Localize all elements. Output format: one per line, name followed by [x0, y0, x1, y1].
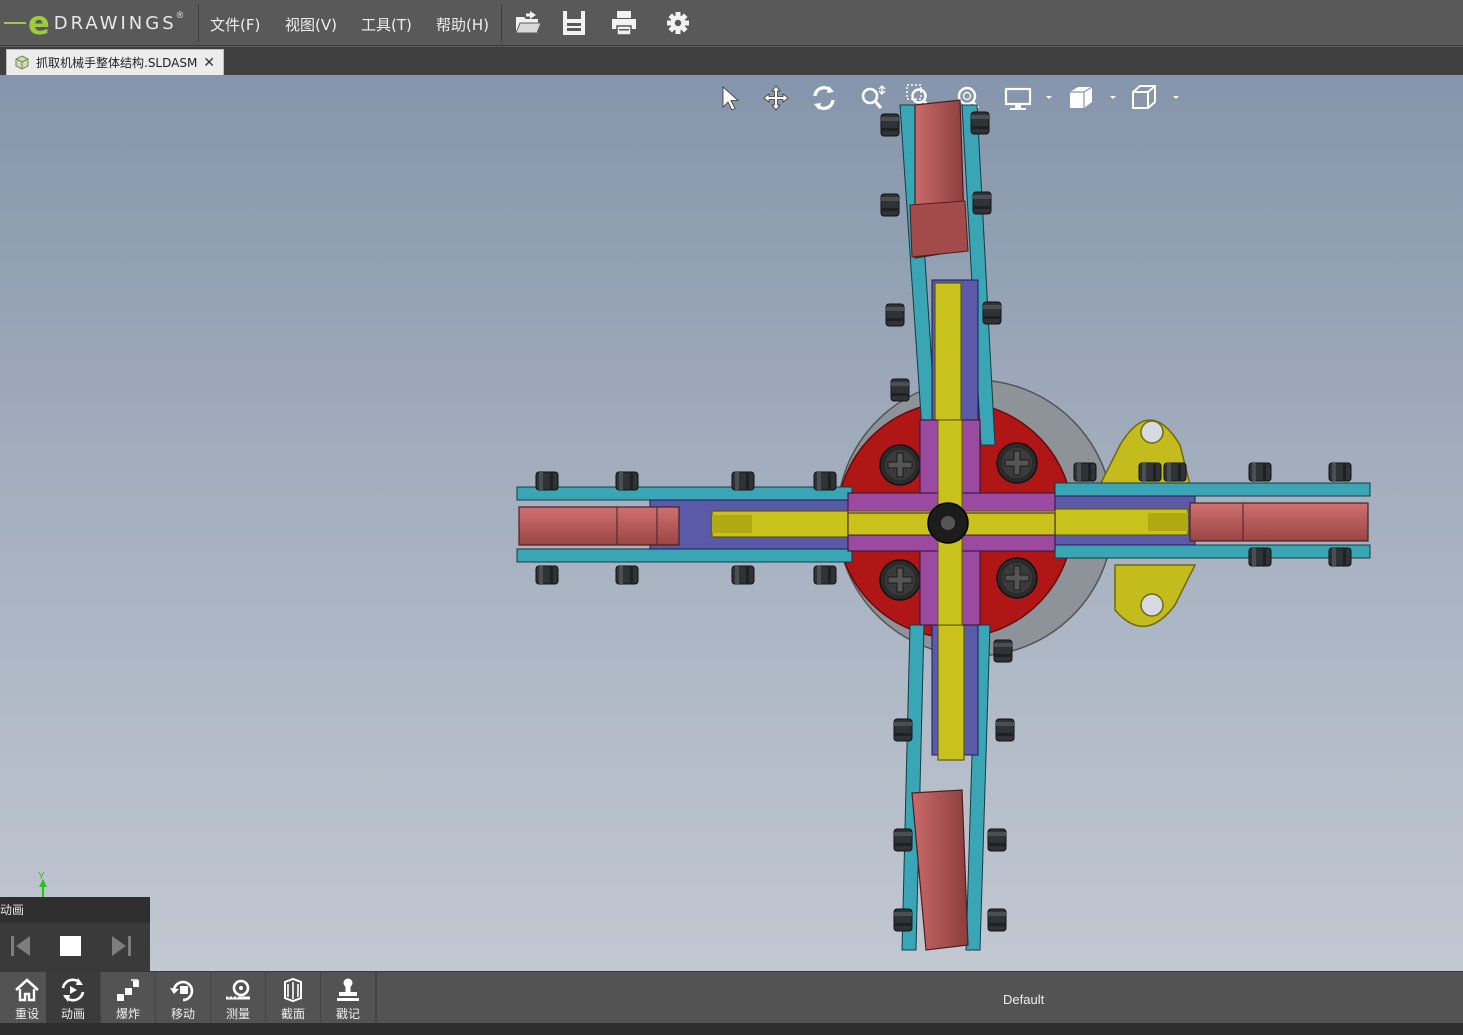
- stamp-button[interactable]: 戳记: [321, 972, 376, 1024]
- menu-view[interactable]: 视图(V): [285, 14, 337, 35]
- open-icon[interactable]: [513, 8, 543, 38]
- next-icon[interactable]: [108, 933, 134, 959]
- logo-registered-mark: ®: [176, 10, 184, 20]
- menu-bar: e DRAWINGS ® 文件(F) 视图(V) 工具(T) 帮助(H): [0, 0, 1463, 46]
- screw: [996, 442, 1038, 484]
- logo-line: [4, 22, 26, 24]
- close-tab-icon[interactable]: ✕: [203, 54, 215, 71]
- menu-help[interactable]: 帮助(H): [436, 14, 489, 35]
- measure-button[interactable]: 测量: [211, 972, 266, 1024]
- divider: [198, 4, 199, 42]
- divider: [501, 4, 502, 42]
- animation-panel: 动画: [0, 897, 150, 971]
- move-label: 移动: [170, 1007, 195, 1021]
- logo-word: DRAWINGS: [53, 12, 177, 34]
- screw: [879, 444, 921, 486]
- axis-triad: Y: [38, 871, 47, 897]
- animation-icon: [61, 978, 85, 1002]
- section-icon: [284, 977, 302, 1003]
- logo-letter: e: [28, 4, 50, 42]
- explode-button[interactable]: 爆炸: [101, 972, 156, 1024]
- explode-label: 爆炸: [115, 1007, 140, 1021]
- edrawings-logo: e DRAWINGS ®: [0, 4, 196, 42]
- menu-file[interactable]: 文件(F): [210, 14, 260, 35]
- 3d-viewport[interactable]: Y: [0, 75, 1463, 971]
- axis-label-y: Y: [38, 871, 45, 882]
- document-tab-label: 抓取机械手整体结构.SLDASM: [36, 56, 198, 70]
- animation-panel-title: 动画: [0, 903, 25, 917]
- section-button[interactable]: 截面: [266, 972, 321, 1024]
- animation-button[interactable]: 动画: [46, 972, 101, 1024]
- section-label: 截面: [280, 1007, 305, 1021]
- home-icon: [15, 978, 39, 1002]
- measure-icon: [226, 979, 250, 1000]
- move-button[interactable]: 移动: [156, 972, 211, 1024]
- measure-label: 测量: [225, 1007, 250, 1021]
- stamp-icon: [337, 978, 359, 1001]
- document-tab[interactable]: 抓取机械手整体结构.SLDASM ✕: [6, 49, 224, 75]
- gripper-assembly-model[interactable]: Y: [0, 75, 1463, 971]
- menu-tools[interactable]: 工具(T): [361, 14, 412, 35]
- move-icon: [170, 980, 194, 1002]
- document-tab-bar: 抓取机械手整体结构.SLDASM ✕: [0, 47, 1463, 75]
- assembly-file-icon: [15, 54, 29, 70]
- settings-gear-icon[interactable]: [663, 8, 693, 38]
- previous-icon[interactable]: [8, 933, 34, 959]
- save-icon[interactable]: [559, 8, 589, 38]
- screw: [996, 557, 1038, 599]
- stamp-label: 戳记: [335, 1007, 360, 1021]
- stop-icon[interactable]: [58, 933, 84, 959]
- status-strip: [0, 1023, 1463, 1035]
- screw: [879, 559, 921, 601]
- configuration-name: Default: [1003, 992, 1045, 1007]
- animation-controls: [0, 923, 150, 971]
- reset-label: 重设: [14, 1007, 39, 1021]
- animation-label: 动画: [60, 1007, 85, 1021]
- explode-icon: [117, 979, 139, 1001]
- divider: [376, 972, 377, 1024]
- print-icon[interactable]: [609, 8, 639, 38]
